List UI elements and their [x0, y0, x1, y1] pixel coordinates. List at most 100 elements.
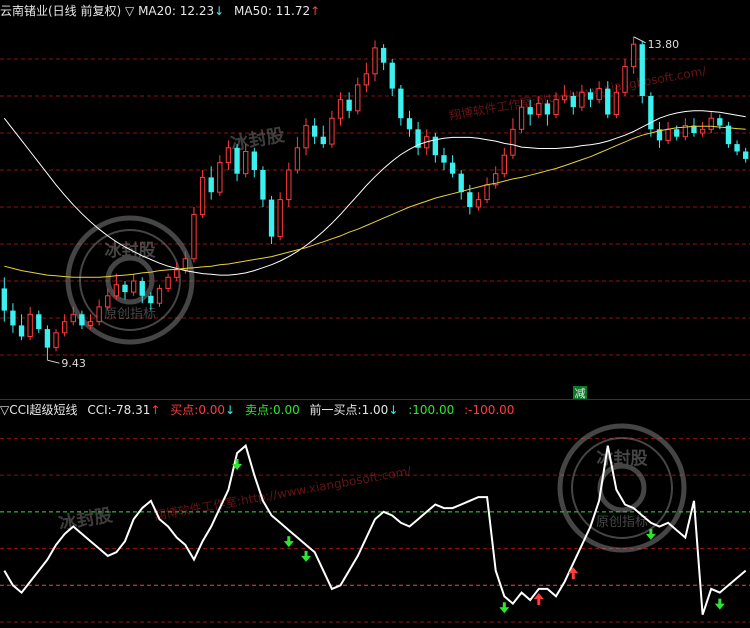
- max-pointer: [633, 36, 646, 44]
- buy-arrow-stem: [304, 550, 308, 557]
- candle-body: [665, 128, 671, 141]
- candle-body: [156, 287, 163, 304]
- candle-body: [355, 84, 361, 112]
- candle-body: [96, 306, 102, 323]
- candle-body: [320, 136, 326, 145]
- candle-body: [27, 313, 33, 337]
- candle-body: [130, 280, 137, 293]
- candle-body: [61, 321, 68, 334]
- min-pointer: [47, 359, 60, 364]
- seal-bottom-text: 原创指标: [104, 307, 156, 322]
- candle-body: [286, 169, 292, 201]
- candle-body: [148, 295, 154, 304]
- seal-icon: 冰封股 原创指标: [65, 215, 195, 345]
- candle-body: [268, 199, 275, 237]
- candle-body: [406, 118, 413, 130]
- candle-body: [648, 96, 654, 130]
- candle-body: [234, 147, 240, 174]
- candle-body: [699, 128, 706, 134]
- candle-body: [217, 162, 223, 193]
- candle-body: [380, 47, 387, 63]
- candle-body: [174, 269, 180, 278]
- buy-arrow-stem: [649, 528, 653, 535]
- candle-body: [467, 192, 473, 207]
- candle-body: [639, 44, 645, 96]
- watermark: 翔博软件工作室:http://www.xiangbosoft.com/ 翔博软件…: [57, 63, 708, 553]
- candle-body: [510, 128, 516, 156]
- candle-body: [622, 65, 628, 93]
- candle-body: [44, 329, 51, 348]
- max-price-label: 13.80: [648, 38, 680, 51]
- candle-body: [303, 125, 309, 149]
- candle-body: [277, 199, 283, 238]
- candle-body: [587, 92, 594, 100]
- candle-body: [441, 155, 447, 163]
- candle-body: [579, 91, 585, 108]
- candle-body: [734, 144, 740, 152]
- candle-body: [527, 107, 533, 115]
- candle-body: [208, 177, 214, 193]
- candle-body: [10, 310, 16, 326]
- candle-body: [596, 88, 602, 101]
- candle-body: [165, 276, 171, 289]
- candle-body: [79, 314, 85, 326]
- candle-body: [18, 325, 25, 337]
- watermark-seal-text: 冰封股: [57, 504, 115, 535]
- candle-body: [398, 88, 404, 119]
- reduce-badge-text: 减: [575, 387, 586, 400]
- candle-body: [743, 151, 749, 159]
- candle-body: [337, 99, 344, 119]
- candle-body: [484, 184, 490, 201]
- candle-body: [70, 313, 76, 323]
- seal-icon: 冰封股 原创指标: [557, 423, 687, 553]
- candle-body: [536, 102, 542, 116]
- candle-body: [605, 88, 611, 115]
- candle-body: [122, 284, 128, 293]
- watermark-url: 翔博软件工作室:http://www.xiangbosoft.com/: [153, 463, 413, 523]
- candle-body: [87, 321, 94, 326]
- buy-arrow-stem: [718, 598, 722, 605]
- seal-bottom-text: 原创指标: [596, 515, 648, 530]
- sell-arrow-stem: [571, 573, 575, 580]
- watermark-url: 翔博软件工作室:http://www.xiangbosoft.com/: [448, 63, 708, 123]
- candle-body: [613, 91, 620, 116]
- min-price-label: 9.43: [61, 357, 85, 370]
- candle-body: [36, 314, 42, 330]
- candle-body: [113, 284, 120, 297]
- candle-body: [53, 332, 59, 349]
- reduce-badge[interactable]: 减: [573, 386, 587, 400]
- candle-body: [389, 62, 395, 89]
- candle-body: [570, 96, 576, 108]
- candle-body: [630, 43, 637, 67]
- sell-arrow-stem: [537, 598, 541, 605]
- candle-body: [553, 99, 559, 115]
- candle-body: [518, 106, 525, 130]
- candle-body: [251, 151, 257, 170]
- chart-canvas[interactable]: 翔博软件工作室:http://www.xiangbosoft.com/ 翔博软件…: [0, 0, 750, 628]
- buy-arrow-stem: [502, 602, 506, 609]
- candle-body: [260, 170, 266, 200]
- candle-body: [363, 73, 370, 86]
- candle-body: [139, 281, 145, 296]
- buy-arrow-stem: [235, 459, 239, 466]
- candle-body: [191, 213, 197, 260]
- candle-body: [243, 151, 249, 175]
- candle-body: [311, 125, 318, 137]
- candle-body: [199, 176, 206, 215]
- candle-body: [1, 288, 7, 311]
- candle-body: [501, 154, 507, 175]
- candle-body: [544, 103, 551, 115]
- candle-body: [561, 95, 568, 101]
- candle-body: [225, 147, 232, 164]
- candle-body: [449, 162, 456, 174]
- candle-body: [717, 118, 723, 126]
- candle-body: [105, 295, 111, 308]
- candle-body: [346, 99, 352, 111]
- candle-body: [372, 47, 378, 75]
- candle-body: [329, 117, 335, 145]
- candle-body: [475, 199, 482, 208]
- candle-body: [674, 129, 680, 137]
- candle-body: [458, 173, 464, 193]
- candle-body: [294, 147, 301, 171]
- candle-body: [708, 117, 714, 130]
